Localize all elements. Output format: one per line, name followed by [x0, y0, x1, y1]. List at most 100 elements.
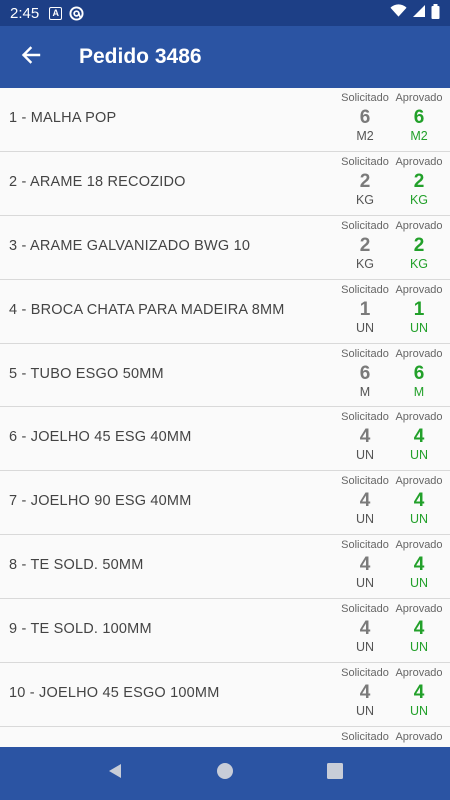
approved-column: Aprovado	[392, 731, 446, 745]
requested-column: Solicitado 4 UN	[338, 667, 392, 719]
requested-unit: KG	[355, 192, 375, 207]
system-nav-bar	[0, 747, 450, 800]
approved-label: Aprovado	[395, 347, 443, 360]
requested-quantity: 4	[359, 490, 371, 512]
item-name: 9 - TE SOLD. 100MM	[9, 621, 152, 638]
approved-quantity: 4	[413, 618, 425, 640]
requested-column: Solicitado 4 UN	[338, 411, 392, 463]
at-sign-icon	[69, 5, 84, 21]
notification-a-icon: A	[49, 6, 63, 20]
approved-quantity: 6	[413, 362, 425, 384]
recents-square-icon	[327, 763, 343, 784]
approved-column: Aprovado 4 UN	[392, 667, 446, 719]
requested-quantity: 6	[359, 362, 371, 384]
approved-unit: M2	[410, 129, 428, 143]
approved-label: Aprovado	[395, 475, 443, 488]
list-item[interactable]: 3 - ARAME GALVANIZADO BWG 10 Solicitado …	[0, 216, 450, 280]
requested-column: Solicitado 4 UN	[338, 475, 392, 527]
requested-unit: UN	[355, 640, 375, 655]
list-item[interactable]: 9 - TE SOLD. 100MM Solicitado 4 UN Aprov…	[0, 599, 450, 664]
approved-label: Aprovado	[395, 155, 443, 168]
requested-label: Solicitado	[341, 730, 389, 743]
item-name: 4 - BROCA CHATA PARA MADEIRA 8MM	[9, 301, 285, 318]
list-item[interactable]: 4 - BROCA CHATA PARA MADEIRA 8MM Solicit…	[0, 280, 450, 344]
nav-recents-button[interactable]	[315, 754, 355, 794]
approved-label: Aprovado	[395, 219, 443, 232]
approved-label: Aprovado	[395, 92, 443, 104]
approved-label: Aprovado	[395, 603, 443, 616]
nav-home-button[interactable]	[205, 754, 245, 794]
arrow-back-icon	[21, 45, 41, 70]
requested-label: Solicitado	[341, 155, 389, 168]
requested-unit: UN	[355, 512, 375, 527]
requested-label: Solicitado	[341, 283, 389, 296]
requested-label: Solicitado	[341, 219, 389, 232]
requested-column: Solicitado 6 M2	[338, 92, 392, 144]
back-triangle-icon	[106, 762, 124, 785]
requested-label: Solicitado	[341, 92, 389, 104]
approved-unit: M	[413, 384, 425, 399]
list-item[interactable]: 8 - TE SOLD. 50MM Solicitado 4 UN Aprova…	[0, 535, 450, 600]
approved-column: Aprovado 1 UN	[392, 284, 446, 336]
requested-unit: M	[359, 384, 371, 399]
wifi-icon	[390, 4, 407, 22]
requested-quantity: 6	[359, 107, 371, 128]
requested-quantity: 1	[359, 298, 371, 320]
requested-label: Solicitado	[341, 603, 389, 616]
approved-quantity: 4	[413, 490, 425, 512]
requested-unit: UN	[355, 704, 375, 719]
status-bar: 2:45 A	[0, 0, 450, 26]
approved-label: Aprovado	[395, 411, 443, 424]
item-name: 3 - ARAME GALVANIZADO BWG 10	[9, 237, 251, 254]
item-name: 2 - ARAME 18 RECOZIDO	[9, 173, 186, 190]
approved-column: Aprovado 4 UN	[392, 411, 446, 463]
item-name: 5 - TUBO ESGO 50MM	[9, 365, 164, 382]
requested-label: Solicitado	[341, 475, 389, 488]
approved-unit: UN	[409, 640, 429, 655]
requested-quantity: 4	[359, 426, 371, 448]
requested-label: Solicitado	[341, 411, 389, 424]
list-item[interactable]: 2 - ARAME 18 RECOZIDO Solicitado 2 KG Ap…	[0, 152, 450, 216]
requested-unit: UN	[355, 448, 375, 463]
approved-quantity: 4	[413, 426, 425, 448]
approved-unit: UN	[409, 320, 429, 335]
approved-label: Aprovado	[395, 539, 443, 552]
approved-unit: UN	[409, 704, 429, 719]
requested-quantity: 2	[359, 170, 371, 192]
back-button[interactable]	[0, 26, 62, 88]
approved-unit: UN	[409, 512, 429, 527]
list-item[interactable]: 10 - JOELHO 45 ESGO 100MM Solicitado 4 U…	[0, 663, 450, 727]
list-item[interactable]: 6 - JOELHO 45 ESG 40MM Solicitado 4 UN A…	[0, 407, 450, 472]
approved-column: Aprovado 4 UN	[392, 475, 446, 527]
requested-unit: UN	[355, 320, 375, 335]
approved-unit: UN	[409, 576, 429, 591]
page-title: Pedido 3486	[79, 45, 202, 68]
requested-column: Solicitado 1 UN	[338, 284, 392, 336]
requested-label: Solicitado	[341, 667, 389, 680]
list-item[interactable]: 1 - MALHA POP Solicitado 6 M2 Aprovado 6…	[0, 88, 450, 152]
list-item-partial[interactable]: Solicitado Aprovado	[0, 727, 450, 747]
nav-back-button[interactable]	[95, 754, 135, 794]
requested-quantity: 4	[359, 682, 371, 704]
status-time: 2:45	[10, 4, 40, 22]
approved-unit: UN	[409, 448, 429, 463]
requested-unit: KG	[355, 256, 375, 271]
approved-column: Aprovado 2 KG	[392, 156, 446, 208]
approved-unit: KG	[409, 192, 429, 207]
list-item[interactable]: 5 - TUBO ESGO 50MM Solicitado 6 M Aprova…	[0, 344, 450, 408]
approved-column: Aprovado 6 M	[392, 348, 446, 400]
list-item[interactable]: 7 - JOELHO 90 ESG 40MM Solicitado 4 UN A…	[0, 471, 450, 536]
approved-column: Aprovado 4 UN	[392, 603, 446, 655]
requested-quantity: 4	[359, 618, 371, 640]
items-list[interactable]: 1 - MALHA POP Solicitado 6 M2 Aprovado 6…	[0, 88, 450, 747]
home-circle-icon	[216, 762, 234, 785]
requested-label: Solicitado	[341, 539, 389, 552]
requested-label: Solicitado	[341, 347, 389, 360]
item-name: 10 - JOELHO 45 ESGO 100MM	[9, 685, 220, 702]
approved-unit: KG	[409, 256, 429, 271]
requested-column: Solicitado 4 UN	[338, 539, 392, 591]
approved-quantity: 2	[413, 234, 425, 256]
item-name: 1 - MALHA POP	[9, 110, 117, 126]
approved-column: Aprovado 4 UN	[392, 539, 446, 591]
requested-column: Solicitado 6 M	[338, 348, 392, 400]
